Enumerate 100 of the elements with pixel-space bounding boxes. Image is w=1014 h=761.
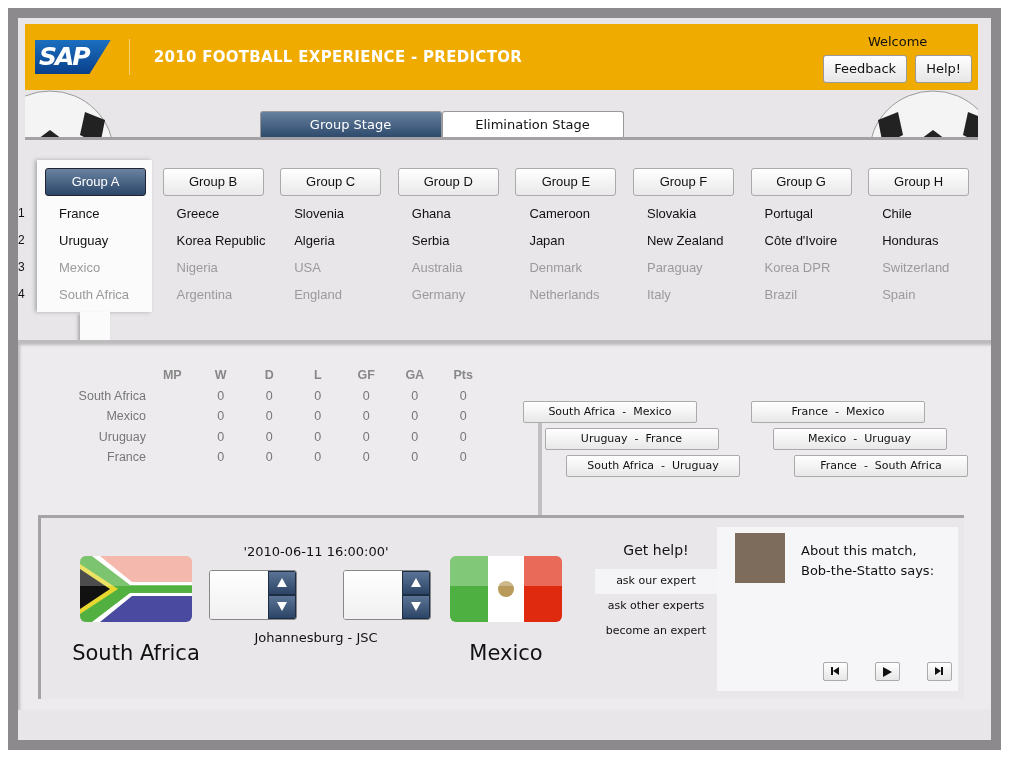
table-cell-text: 0 [410,428,420,446]
team-name: Chile [881,205,913,223]
group-tab[interactable]: Group F [632,168,734,196]
group-tab[interactable]: Group G [750,168,852,196]
team-name: Italy [645,286,672,304]
skip-back-icon [831,666,840,677]
table-cell-text: Uruguay [97,428,147,446]
table-cell-text: 0 [264,408,274,425]
play-icon [883,666,892,677]
team-name: New Zealand [645,232,725,250]
table-cell-text: 0 [313,408,323,425]
table-cell-text: 0 [458,449,468,466]
table-cell-text: Mexico [105,408,147,425]
fixture-button[interactable]: France - South Africa [794,455,968,477]
team-name: Nigeria [175,259,219,277]
position-number: 3 [18,259,26,276]
table-cell-text: 0 [216,387,226,405]
help-link[interactable]: ask our expert [595,569,717,594]
group-tab[interactable]: Group D [397,168,499,196]
skip-forward-icon [935,666,944,677]
table-cell-text: 0 [361,449,371,466]
spin-up-button[interactable] [402,570,430,595]
team-name: Switzerland [881,259,951,277]
team-name: England [293,286,343,304]
group-tab[interactable]: Group A [45,168,146,196]
team-name: Uruguay [58,232,110,250]
group-tab[interactable]: Group C [280,168,382,196]
header-button[interactable]: Help! [915,55,972,83]
team-name: Mexico [58,259,102,277]
table-cell-text: 0 [458,387,468,405]
table-cell-text: 0 [216,408,226,425]
venue-label: Johannesburg - JSC [254,628,378,647]
down-arrow-icon [277,602,287,611]
stage-tab[interactable]: Elimination Stage [441,111,624,137]
media-button[interactable] [875,662,900,681]
team-name: Korea Republic [175,232,267,250]
flag-icon [450,556,562,622]
team-name: Japan [528,232,566,250]
team-name: Slovakia [645,205,698,223]
app-title: 2010 FOOTBALL EXPERIENCE - PREDICTOR [153,46,523,68]
column-header: GF [356,367,376,384]
media-button[interactable] [927,662,952,681]
column-header: D [263,367,275,384]
table-cell-text: 0 [458,428,468,446]
table-cell-text: 0 [313,387,323,405]
position-number: 2 [18,232,26,249]
team-name: Korea DPR [763,259,832,277]
help-link[interactable]: become an expert [595,619,717,644]
table-cell-text: 0 [264,428,274,446]
expert-text: About this match, Bob-the-Statto says: [801,542,935,580]
table-cell-text: 0 [313,449,323,466]
score-spinner[interactable] [343,569,431,620]
group-tab[interactable]: Group E [515,168,617,196]
team-name: Serbia [410,232,451,250]
column-header: Pts [452,367,474,384]
team-name: Germany [410,286,467,304]
table-cell-text: 0 [361,387,371,405]
spin-down-button[interactable] [268,594,296,619]
team-name: Argentina [175,286,234,304]
team-name: Slovenia [293,205,346,223]
team-name: Algeria [293,232,336,250]
table-cell-text: 0 [264,387,274,405]
logo: SAP [35,40,111,74]
fixture-button[interactable]: South Africa - Uruguay [566,455,740,477]
stage-tab[interactable]: Group Stage [259,111,442,137]
spin-down-button[interactable] [402,594,430,619]
score-spinner[interactable] [209,569,297,620]
help-title: Get help! [622,541,690,560]
table-cell-text: 0 [361,408,371,425]
column-header: L [312,367,323,384]
team-name: Spain [881,286,917,304]
table-cell-text: France [106,449,147,466]
team-name: Denmark [528,259,584,277]
table-cell-text: 0 [410,408,420,425]
media-button[interactable] [823,662,848,681]
header-button[interactable]: Feedback [823,55,908,83]
team-name: Paraguay [645,259,704,277]
team-name: Portugal [763,205,814,223]
team-name: Cameroon [528,205,592,223]
group-tab[interactable]: Group B [162,168,264,196]
team-name: Côte d'Ivoire [763,232,839,250]
fixture-button[interactable]: Uruguay - France [544,428,719,450]
team-name: Australia [410,259,464,277]
help-link[interactable]: ask other experts [595,594,717,619]
team-name: Greece [175,205,221,223]
position-number: 1 [18,205,26,222]
photo-placeholder [735,533,785,583]
table-cell-text: 0 [264,449,274,466]
match-datetime: '2010-06-11 16:00:00' [243,543,389,561]
team-name: Ghana [410,205,452,223]
down-arrow-icon [411,602,421,611]
team-name: South Africa [72,640,200,667]
fixture-button[interactable]: France - Mexico [751,401,925,423]
spin-up-button[interactable] [268,570,296,595]
fixture-button[interactable]: South Africa - Mexico [523,401,697,423]
group-tab[interactable]: Group H [868,168,970,196]
fixture-button[interactable]: Mexico - Uruguay [772,428,947,450]
table-cell-text: 0 [313,428,323,446]
table-cell-text: 0 [216,428,226,446]
table-cell-text: 0 [458,408,468,425]
